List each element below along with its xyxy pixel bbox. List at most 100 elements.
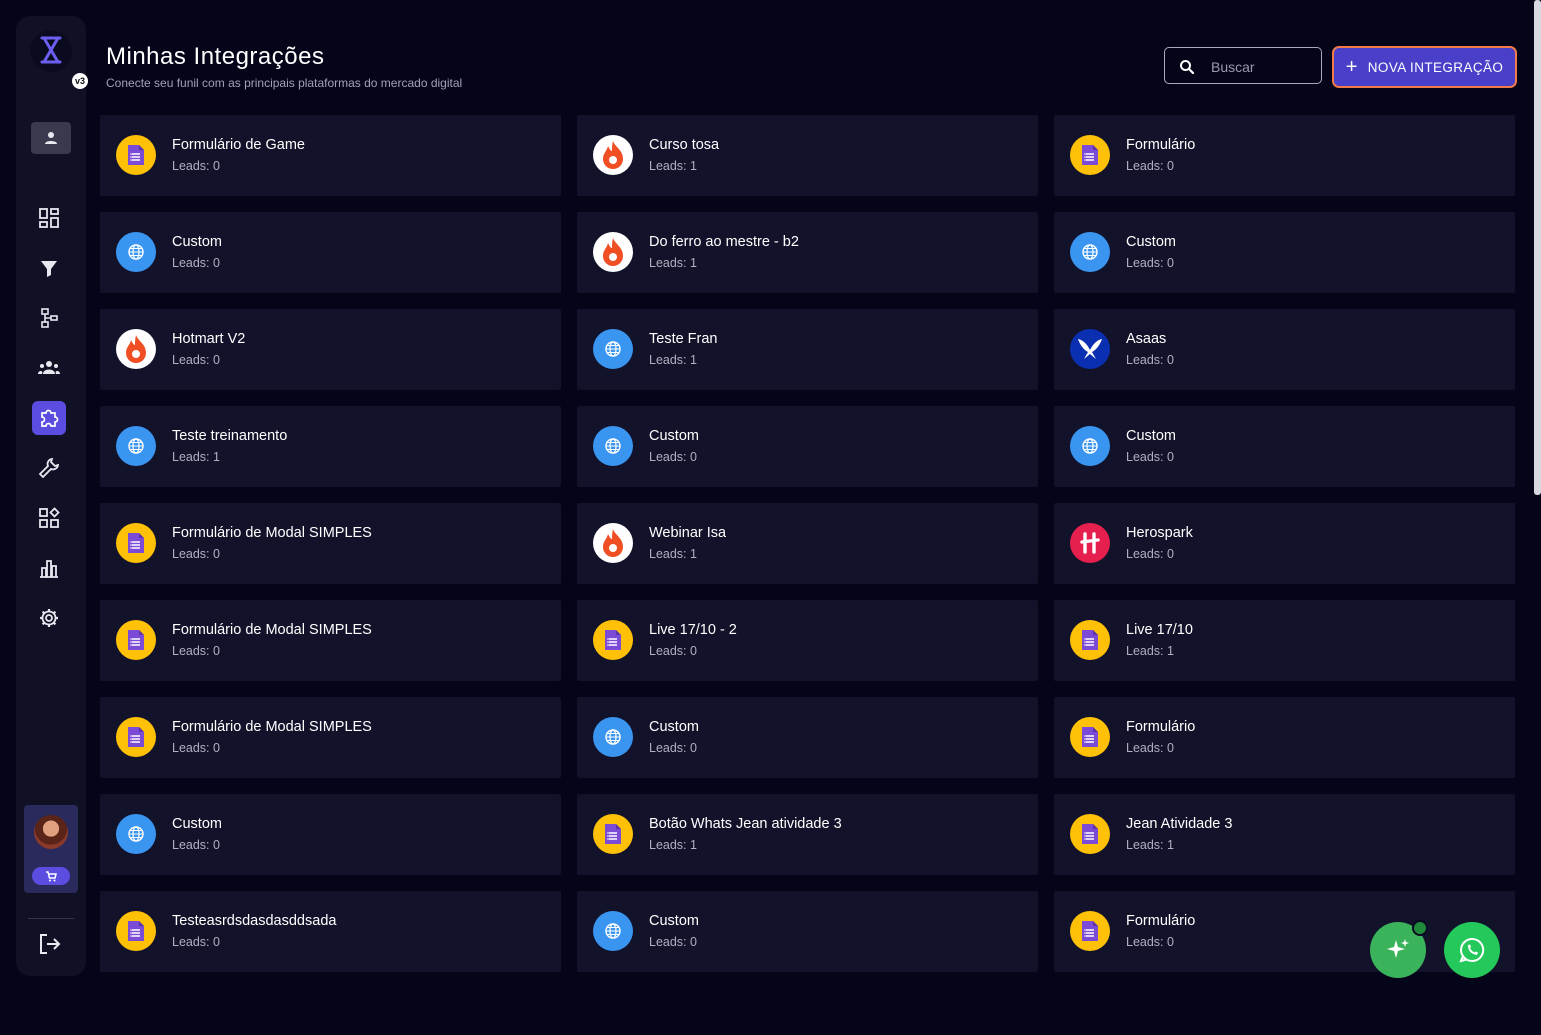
integration-name: Live 17/10 bbox=[1126, 622, 1193, 638]
cart-icon bbox=[46, 871, 57, 882]
integration-card[interactable]: Formulário Leads: 0 bbox=[1054, 115, 1515, 196]
integration-card[interactable]: Hotmart V2 Leads: 0 bbox=[100, 309, 561, 390]
cart-button[interactable] bbox=[32, 867, 70, 885]
sidebar-item-puzzle[interactable] bbox=[32, 401, 66, 435]
globe-icon bbox=[593, 911, 633, 951]
plus-icon: + bbox=[1345, 56, 1358, 78]
integration-card[interactable]: Webinar Isa Leads: 1 bbox=[577, 503, 1038, 584]
integration-name: Botão Whats Jean atividade 3 bbox=[649, 816, 842, 832]
integration-card[interactable]: Botão Whats Jean atividade 3 Leads: 1 bbox=[577, 794, 1038, 875]
integration-card[interactable]: Teste treinamento Leads: 1 bbox=[100, 406, 561, 487]
search-box[interactable] bbox=[1164, 47, 1322, 84]
dashboard-icon bbox=[39, 208, 59, 228]
app-logo[interactable]: v3 bbox=[30, 30, 88, 89]
integration-name: Curso tosa bbox=[649, 137, 720, 153]
integration-leads: Leads: 1 bbox=[649, 256, 697, 270]
integration-card[interactable]: Custom Leads: 0 bbox=[577, 697, 1038, 778]
sidebar-item-bar-chart[interactable] bbox=[32, 551, 66, 585]
sidebar-item-team[interactable] bbox=[32, 351, 66, 385]
search-input[interactable] bbox=[1209, 56, 1318, 78]
ai-assistant-button[interactable] bbox=[1370, 920, 1428, 978]
sidebar-item-funnel[interactable] bbox=[32, 251, 66, 285]
puzzle-icon bbox=[41, 409, 59, 427]
flame-icon bbox=[593, 135, 633, 175]
integration-card[interactable]: Formulário de Modal SIMPLES Leads: 0 bbox=[100, 503, 561, 584]
integration-card[interactable]: Herospark Leads: 0 bbox=[1054, 503, 1515, 584]
integration-leads: Leads: 0 bbox=[1126, 547, 1174, 561]
document-icon bbox=[116, 135, 156, 175]
integration-card[interactable]: Custom Leads: 0 bbox=[1054, 212, 1515, 293]
document-icon bbox=[116, 620, 156, 660]
gear-icon bbox=[40, 609, 58, 627]
integration-card[interactable]: Jean Atividade 3 Leads: 1 bbox=[1054, 794, 1515, 875]
sidebar-item-flow[interactable] bbox=[32, 301, 66, 335]
integration-card[interactable]: Formulário Leads: 0 bbox=[1054, 697, 1515, 778]
integration-card[interactable]: Teste Fran Leads: 1 bbox=[577, 309, 1038, 390]
integration-card[interactable]: Curso tosa Leads: 1 bbox=[577, 115, 1038, 196]
integration-leads: Leads: 0 bbox=[172, 353, 220, 367]
document-icon bbox=[1070, 135, 1110, 175]
version-badge: v3 bbox=[72, 73, 88, 89]
integration-name: Custom bbox=[172, 816, 222, 832]
integration-name: Herospark bbox=[1126, 525, 1193, 541]
globe-icon bbox=[1070, 426, 1110, 466]
integration-card[interactable]: Asaas Leads: 0 bbox=[1054, 309, 1515, 390]
integration-leads: Leads: 0 bbox=[649, 741, 697, 755]
integration-card[interactable]: Formulário de Game Leads: 0 bbox=[100, 115, 561, 196]
integration-name: Custom bbox=[1126, 234, 1176, 250]
integration-card[interactable]: Custom Leads: 0 bbox=[577, 891, 1038, 972]
integration-name: Formulário bbox=[1126, 137, 1196, 153]
sidebar-item-wrench[interactable] bbox=[32, 451, 66, 485]
integration-name: Hotmart V2 bbox=[172, 331, 246, 347]
logout-button[interactable] bbox=[38, 933, 62, 960]
whatsapp-button[interactable] bbox=[1444, 922, 1500, 978]
document-icon bbox=[593, 620, 633, 660]
integration-name: Custom bbox=[1126, 428, 1176, 444]
integration-leads: Leads: 0 bbox=[1126, 256, 1174, 270]
integrations-grid: Formulário de Game Leads: 0 Curso tosa Lead… bbox=[100, 115, 1515, 1035]
sidebar-item-dashboard[interactable] bbox=[32, 201, 66, 235]
page-scrollbar[interactable] bbox=[1534, 0, 1541, 495]
wrench-icon bbox=[38, 457, 60, 479]
integration-leads: Leads: 0 bbox=[172, 741, 220, 755]
apps-icon bbox=[39, 507, 60, 528]
team-icon bbox=[38, 361, 60, 374]
flame-icon bbox=[593, 232, 633, 272]
user-card[interactable] bbox=[24, 805, 78, 893]
integration-card[interactable]: Live 17/10 Leads: 1 bbox=[1054, 600, 1515, 681]
integration-leads: Leads: 0 bbox=[1126, 741, 1174, 755]
document-icon bbox=[593, 814, 633, 854]
integration-leads: Leads: 1 bbox=[172, 450, 220, 464]
avatar[interactable] bbox=[34, 815, 68, 849]
integration-card[interactable]: Formulário de Modal SIMPLES Leads: 0 bbox=[100, 697, 561, 778]
globe-icon bbox=[116, 814, 156, 854]
integration-leads: Leads: 0 bbox=[172, 256, 220, 270]
profile-button[interactable] bbox=[31, 122, 71, 154]
globe-icon bbox=[1070, 232, 1110, 272]
integration-leads: Leads: 0 bbox=[1126, 353, 1174, 367]
integration-name: Custom bbox=[649, 913, 699, 929]
whatsapp-icon bbox=[1459, 937, 1485, 963]
search-icon bbox=[1180, 60, 1195, 75]
new-integration-button[interactable]: + NOVA INTEGRAÇÃO bbox=[1332, 46, 1517, 88]
integration-leads: Leads: 0 bbox=[172, 644, 220, 658]
integration-card[interactable]: Custom Leads: 0 bbox=[577, 406, 1038, 487]
sidebar-item-apps[interactable] bbox=[32, 501, 66, 535]
integration-leads: Leads: 1 bbox=[649, 547, 697, 561]
integration-leads: Leads: 0 bbox=[1126, 159, 1174, 173]
integration-card[interactable]: Custom Leads: 0 bbox=[100, 212, 561, 293]
page-title: Minhas Integrações bbox=[106, 43, 325, 70]
sidebar-item-gear[interactable] bbox=[32, 601, 66, 635]
bar-chart-icon bbox=[40, 560, 58, 578]
globe-icon bbox=[116, 232, 156, 272]
integration-card[interactable]: Do ferro ao mestre - b2 Leads: 1 bbox=[577, 212, 1038, 293]
integration-card[interactable]: Testeasrdsdasdasddsada Leads: 0 bbox=[100, 891, 561, 972]
integration-card[interactable]: Formulário de Modal SIMPLES Leads: 0 bbox=[100, 600, 561, 681]
integration-name: Teste treinamento bbox=[172, 428, 288, 444]
integration-leads: Leads: 0 bbox=[649, 644, 697, 658]
integration-card[interactable]: Custom Leads: 0 bbox=[100, 794, 561, 875]
integration-card[interactable]: Live 17/10 - 2 Leads: 0 bbox=[577, 600, 1038, 681]
integration-card[interactable]: Custom Leads: 0 bbox=[1054, 406, 1515, 487]
document-icon bbox=[116, 523, 156, 563]
document-icon bbox=[1070, 814, 1110, 854]
